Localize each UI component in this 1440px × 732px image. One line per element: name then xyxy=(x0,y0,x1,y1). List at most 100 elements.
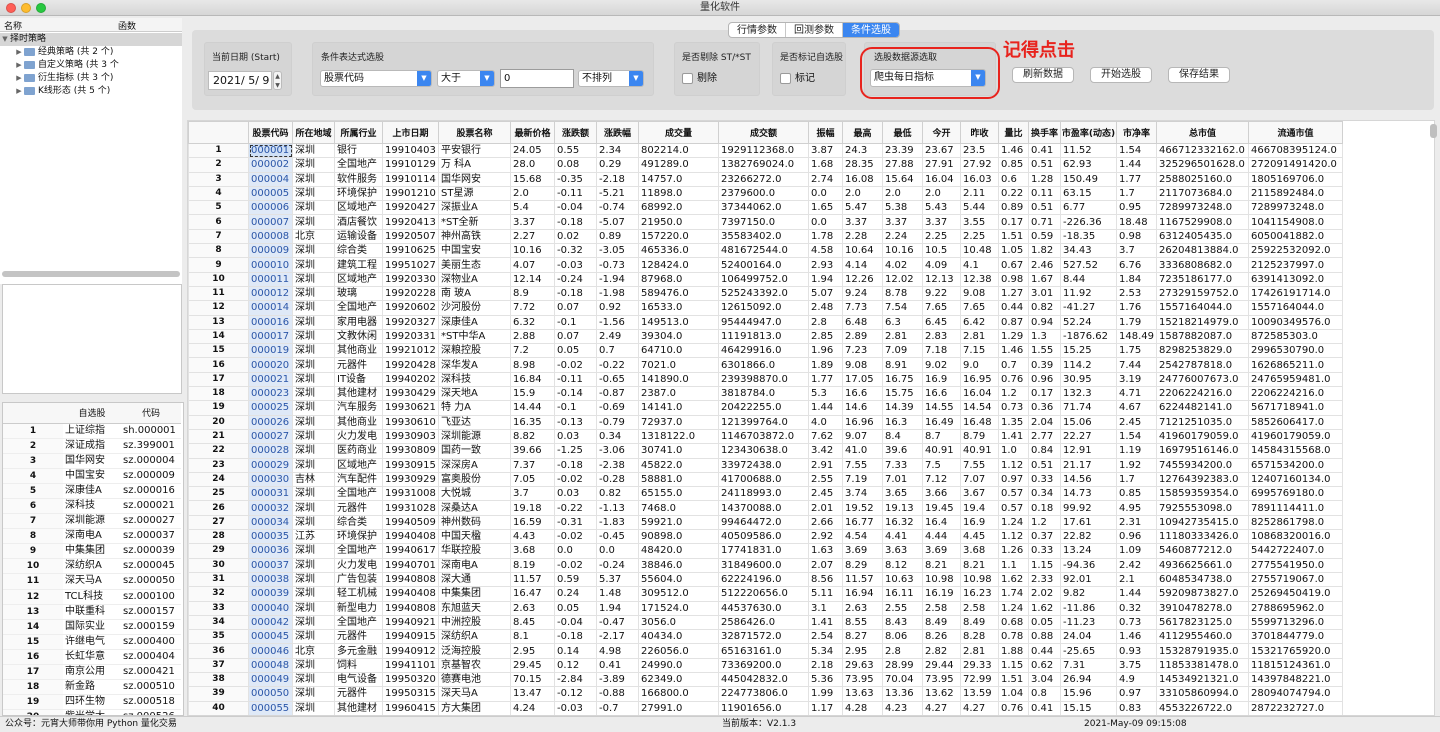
table-cell[interactable]: 13.47 xyxy=(510,686,555,702)
table-cell[interactable]: 16.75 xyxy=(882,371,923,388)
table-cell[interactable]: 19.52 xyxy=(842,500,883,516)
table-cell[interactable]: 10.48 xyxy=(960,243,999,259)
table-cell[interactable]: 综合类 xyxy=(334,514,383,531)
table-cell[interactable]: 6.77 xyxy=(1060,200,1117,216)
table-cell[interactable]: 30.95 xyxy=(1060,371,1117,388)
table-cell[interactable]: 25922532092.0 xyxy=(1248,243,1343,259)
stock-code-cell[interactable]: 000009 xyxy=(248,243,293,259)
table-cell[interactable]: 19940617 xyxy=(382,543,439,559)
row-number[interactable]: 2 xyxy=(188,157,249,173)
column-header[interactable]: 市盈率(动态) xyxy=(1060,121,1117,144)
table-cell[interactable]: 0.11 xyxy=(1028,185,1061,202)
table-cell[interactable]: 南 玻A xyxy=(438,285,511,302)
table-cell[interactable]: 1.78 xyxy=(808,228,843,245)
table-cell[interactable]: 14370088.0 xyxy=(718,500,809,516)
table-cell[interactable]: 40509586.0 xyxy=(718,529,809,545)
stock-code-cell[interactable]: 000034 xyxy=(248,514,293,531)
table-cell[interactable]: 24776007673.0 xyxy=(1156,371,1249,388)
table-cell[interactable]: 3.37 xyxy=(922,214,961,230)
table-cell[interactable]: 5.11 xyxy=(808,586,843,602)
table-cell[interactable]: 中洲控股 xyxy=(438,614,511,631)
table-cell[interactable]: 1.44 xyxy=(808,400,843,416)
table-cell[interactable]: 48420.0 xyxy=(638,543,719,559)
table-cell[interactable]: 7.19 xyxy=(842,471,883,488)
stock-code-cell[interactable]: 000035 xyxy=(248,529,293,545)
row-number[interactable]: 28 xyxy=(188,529,249,545)
table-cell[interactable]: 525243392.0 xyxy=(718,285,809,302)
table-cell[interactable]: 平安银行 xyxy=(438,142,511,159)
row-number[interactable]: 36 xyxy=(188,643,249,659)
table-cell[interactable]: 火力发电 xyxy=(334,428,383,445)
table-cell[interactable]: 2.55 xyxy=(882,600,923,616)
table-cell[interactable]: 12.26 xyxy=(842,271,883,287)
table-cell[interactable]: 元器件 xyxy=(334,686,383,702)
mark-checkbox[interactable]: 标记 xyxy=(780,69,815,84)
table-cell[interactable]: 1.09 xyxy=(1116,543,1157,559)
table-cell[interactable]: 12.38 xyxy=(960,271,999,287)
table-cell[interactable]: 3.7 xyxy=(1116,243,1157,259)
table-cell[interactable]: 0.36 xyxy=(1028,400,1061,416)
table-cell[interactable]: 10.98 xyxy=(960,571,999,588)
table-cell[interactable]: 14757.0 xyxy=(638,171,719,187)
table-cell[interactable]: 29.33 xyxy=(960,657,999,673)
table-cell[interactable]: 5.38 xyxy=(882,200,923,216)
table-cell[interactable]: 15218214979.0 xyxy=(1156,314,1249,330)
column-header[interactable]: 涨跌幅 xyxy=(596,121,639,144)
table-cell[interactable]: 1.46 xyxy=(1116,629,1157,645)
table-cell[interactable]: 0.41 xyxy=(1028,142,1061,159)
stock-code-cell[interactable]: 000032 xyxy=(248,500,293,516)
table-cell[interactable]: 7.2 xyxy=(510,343,555,359)
table-cell[interactable]: *ST全新 xyxy=(438,214,511,230)
table-cell[interactable]: 16.23 xyxy=(960,586,999,602)
table-cell[interactable]: 65155.0 xyxy=(638,486,719,502)
table-cell[interactable]: 深桑达A xyxy=(438,500,511,516)
table-cell[interactable]: 141890.0 xyxy=(638,371,719,388)
table-cell[interactable]: 1382769024.0 xyxy=(718,157,809,173)
table-cell[interactable]: -3.05 xyxy=(596,243,639,259)
stock-code-cell[interactable]: 000025 xyxy=(248,400,293,416)
table-cell[interactable]: 0.32 xyxy=(1116,600,1157,616)
table-cell[interactable]: 4.58 xyxy=(808,243,843,259)
table-cell[interactable]: 深圳 xyxy=(292,214,335,230)
expand-down-icon[interactable]: ▼ xyxy=(0,33,10,46)
table-cell[interactable]: 309512.0 xyxy=(638,586,719,602)
table-cell[interactable]: 19920428 xyxy=(382,357,439,373)
table-cell[interactable]: 28.0 xyxy=(510,157,555,173)
table-cell[interactable]: 1.88 xyxy=(998,643,1029,659)
table-cell[interactable]: 1.48 xyxy=(596,586,639,602)
table-cell[interactable]: 23.5 xyxy=(960,142,999,159)
table-cell[interactable]: 802214.0 xyxy=(638,142,719,159)
table-cell[interactable]: 5671718941.0 xyxy=(1248,400,1343,416)
table-cell[interactable]: 火力发电 xyxy=(334,557,383,573)
table-row[interactable]: 8 000009 深圳 综合类 19910625 中国宝安 10.16 -0.32 -3.05 4… xyxy=(188,243,1343,259)
table-cell[interactable]: 4.0 xyxy=(808,414,843,430)
column-header[interactable]: 流通市值 xyxy=(1248,121,1343,144)
table-cell[interactable]: 29.45 xyxy=(510,657,555,673)
table-cell[interactable]: 6312405435.0 xyxy=(1156,228,1249,245)
table-cell[interactable]: 1.67 xyxy=(1028,271,1061,287)
table-cell[interactable]: -0.74 xyxy=(596,200,639,216)
table-cell[interactable]: 27.88 xyxy=(882,157,923,173)
table-cell[interactable]: -94.36 xyxy=(1060,557,1117,573)
table-cell[interactable]: 全国地产 xyxy=(334,157,383,173)
table-cell[interactable]: ST星源 xyxy=(438,185,511,202)
table-cell[interactable]: 深圳 xyxy=(292,300,335,316)
table-cell[interactable]: 19930915 xyxy=(382,457,439,473)
table-cell[interactable]: 22.82 xyxy=(1060,529,1117,545)
table-cell[interactable]: 9.24 xyxy=(842,285,883,302)
watchlist-row[interactable]: 10 深纺织A sz.000045 xyxy=(3,558,181,575)
table-cell[interactable]: 2.81 xyxy=(882,328,923,345)
table-cell[interactable]: 0.14 xyxy=(554,643,597,659)
table-cell[interactable]: 106499752.0 xyxy=(718,271,809,287)
table-cell[interactable]: 3.69 xyxy=(922,543,961,559)
table-row[interactable]: 29 000036 深圳 全国地产 19940617 华联控股 3.68 0.0 0.0 4842… xyxy=(188,543,1343,559)
table-cell[interactable]: 46429916.0 xyxy=(718,343,809,359)
table-cell[interactable]: 飞亚达 xyxy=(438,414,511,430)
table-cell[interactable]: 4.44 xyxy=(922,529,961,545)
stock-code-cell[interactable]: 000005 xyxy=(248,185,293,202)
table-row[interactable]: 4 000005 深圳 环境保护 19901210 ST星源 2.0 -0.11 -5.21 11… xyxy=(188,185,1343,202)
table-cell[interactable]: 1.24 xyxy=(998,514,1029,531)
table-cell[interactable]: 国药一致 xyxy=(438,443,511,459)
table-cell[interactable]: 1929112368.0 xyxy=(718,142,809,159)
table-cell[interactable]: 0.41 xyxy=(1028,700,1061,715)
